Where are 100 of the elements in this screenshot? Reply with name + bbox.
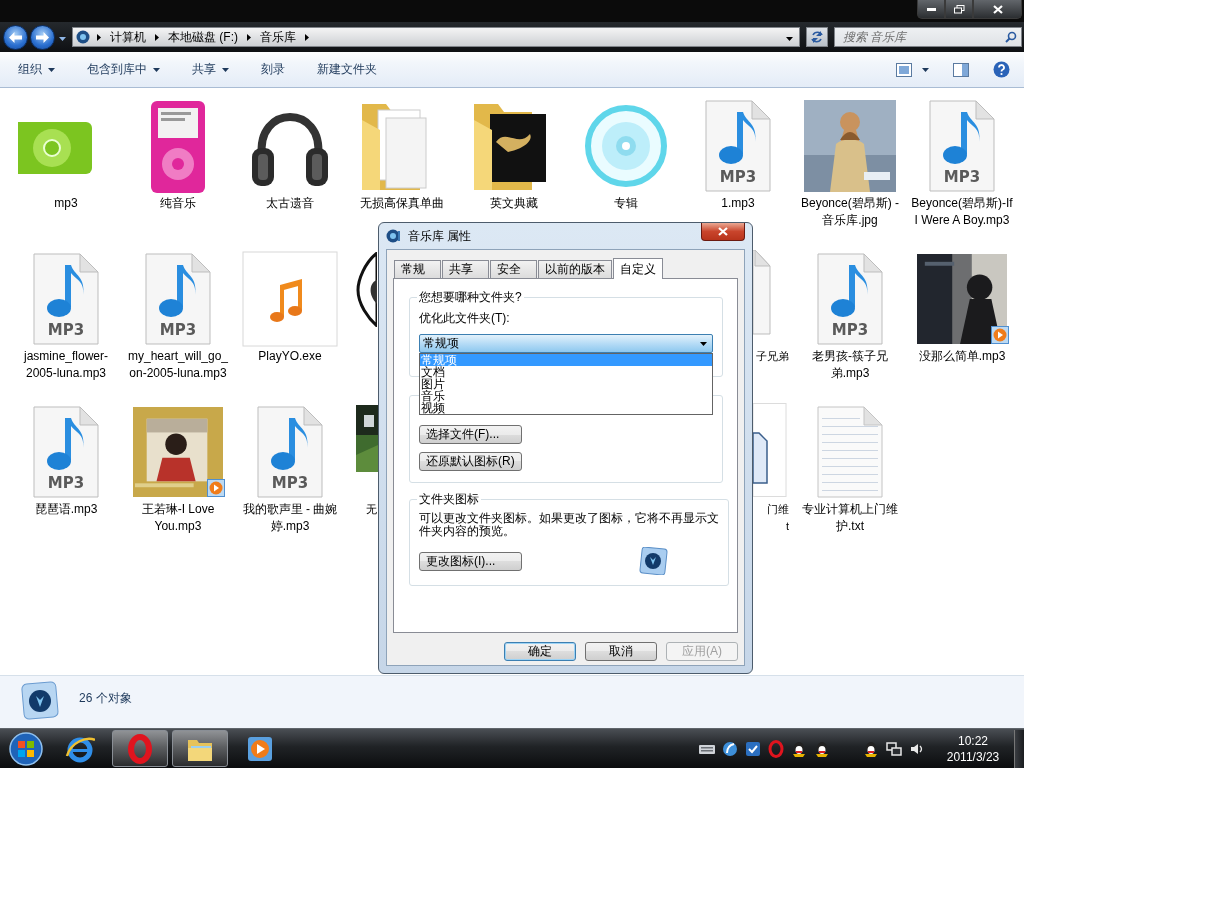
caret-icon[interactable] [922, 67, 929, 72]
show-desktop-button[interactable] [1014, 729, 1024, 768]
music-file-icon[interactable] [929, 100, 995, 192]
play-badge-icon [207, 479, 225, 497]
tab[interactable]: 共享 [442, 260, 489, 278]
music-file-icon[interactable] [705, 100, 771, 192]
tab[interactable]: 常规 [394, 260, 441, 278]
preview-pane-icon[interactable] [953, 62, 969, 77]
back-button[interactable] [3, 24, 28, 50]
file-name[interactable]: 太古遗音 [237, 195, 343, 212]
search-icon[interactable] [1005, 31, 1017, 43]
file-name[interactable]: 我的歌声里 - 曲婉婷.mp3 [237, 501, 343, 535]
toolbar-button[interactable]: 刻录 [253, 58, 293, 81]
close-icon[interactable] [992, 4, 1003, 14]
dialog-button[interactable]: 还原默认图标(R) [419, 452, 522, 471]
caret-icon[interactable] [48, 67, 55, 72]
caret-icon[interactable] [59, 37, 66, 41]
breadcrumb-item[interactable]: 音乐库 [258, 28, 298, 46]
music-file-icon[interactable] [817, 253, 883, 345]
address-bar[interactable]: 计算机 本地磁盘 (F:) 音乐库 [72, 27, 800, 47]
file-name[interactable]: 无 [366, 501, 377, 518]
checkmark-icon[interactable] [744, 739, 762, 758]
music-file-icon[interactable] [257, 406, 323, 498]
dropdown-option[interactable]: 音乐 [420, 390, 712, 402]
clock-date[interactable]: 2011/3/23 [946, 748, 1000, 765]
minimize-button[interactable] [917, 0, 945, 19]
music-file-icon[interactable] [33, 253, 99, 345]
help-icon[interactable] [993, 61, 1010, 78]
chevron-icon[interactable] [155, 33, 159, 41]
close-button[interactable] [973, 0, 1022, 19]
file-name[interactable]: 门维 t [767, 501, 789, 535]
chevron-icon[interactable] [305, 33, 309, 41]
dropdown-option[interactable]: 视频 [420, 402, 712, 414]
maximize-icon[interactable] [953, 4, 965, 14]
document-icon[interactable] [753, 403, 787, 497]
right-arrow-icon[interactable] [36, 31, 49, 43]
chevron-icon[interactable] [97, 33, 101, 41]
dialog-button[interactable]: 确定 [504, 642, 576, 661]
dialog-button[interactable]: 取消 [585, 642, 657, 661]
file-name[interactable]: mp3 [13, 195, 119, 212]
chat-icon[interactable] [790, 739, 808, 758]
taskbar-button[interactable] [172, 730, 228, 767]
file-name[interactable]: PlayYO.exe [237, 348, 343, 365]
file-name[interactable]: 英文典藏 [461, 195, 567, 212]
search-field[interactable]: 搜索 音乐库 [834, 27, 1022, 47]
network-icon[interactable] [885, 739, 903, 758]
file-name[interactable]: my_heart_will_go_on-2005-luna.mp3 [125, 348, 231, 382]
toolbar-button[interactable]: 组织 [10, 58, 63, 81]
globe-icon[interactable] [721, 739, 739, 758]
maximize-button[interactable] [945, 0, 973, 19]
music-file-icon[interactable] [33, 406, 99, 498]
file-name[interactable]: 专业计算机上门维护.txt [797, 501, 903, 535]
ring-icon[interactable] [125, 733, 155, 764]
toolbar-button[interactable]: 共享 [184, 58, 237, 81]
folder-icon[interactable] [474, 104, 546, 190]
breadcrumb-item[interactable]: 计算机 [108, 28, 148, 46]
toolbar-button[interactable]: 包含到库中 [79, 58, 168, 81]
dropdown-option[interactable]: 图片 [420, 378, 712, 390]
file-name[interactable]: 1.mp3 [685, 195, 791, 212]
clock-time[interactable]: 10:22 [958, 732, 988, 749]
caret-icon[interactable] [786, 37, 793, 41]
minimize-icon[interactable] [926, 7, 936, 11]
chat-icon[interactable] [813, 739, 831, 758]
file-name[interactable]: 没那么简单.mp3 [909, 348, 1015, 365]
chevron-icon[interactable] [247, 33, 251, 41]
file-name[interactable]: jasmine_flower-2005-luna.mp3 [13, 348, 119, 382]
file-name[interactable]: 纯音乐 [125, 195, 231, 212]
file-name[interactable]: 无损高保真单曲 [349, 195, 455, 212]
caret-icon[interactable] [222, 67, 229, 72]
headphones-icon[interactable] [252, 113, 328, 186]
tab[interactable]: 以前的版本 [538, 260, 612, 278]
tab[interactable]: 自定义 [613, 258, 663, 279]
music-file-icon[interactable] [145, 253, 211, 345]
dialog-button[interactable]: 选择文件(F)... [419, 425, 522, 444]
change-icon-button[interactable]: 更改图标(I)... [419, 551, 522, 571]
breadcrumb-item[interactable]: 本地磁盘 (F:) [166, 28, 240, 46]
dropdown-option[interactable]: 文档 [420, 366, 712, 378]
toolbar-button[interactable]: 新建文件夹 [309, 58, 385, 81]
file-name[interactable]: 王若琳-I Love You.mp3 [125, 501, 231, 535]
app-icon [386, 228, 402, 244]
location-icon [76, 30, 90, 44]
application-icon[interactable] [242, 251, 338, 347]
left-arrow-icon[interactable] [9, 31, 22, 43]
caret-icon[interactable] [153, 67, 160, 72]
file-name[interactable]: 专辑 [573, 195, 679, 212]
ring-icon[interactable] [767, 739, 785, 758]
folder-type-dropdown[interactable]: 常规项 [419, 334, 713, 353]
file-name[interactable]: Beyonce(碧昂斯)-If I Were A Boy.mp3 [909, 195, 1015, 229]
file-name[interactable]: 子兄弟 [756, 348, 789, 365]
file-name[interactable]: 老男孩-筷子兄弟.mp3 [797, 348, 903, 382]
view-icon[interactable] [896, 62, 912, 77]
forward-button[interactable] [30, 24, 55, 50]
caret-icon[interactable] [700, 341, 707, 346]
file-name[interactable]: Beyonce(碧昂斯) - 音乐库.jpg [797, 195, 903, 229]
close-button[interactable] [701, 223, 745, 241]
close-icon[interactable] [718, 227, 728, 236]
file-name[interactable]: 琵琶语.mp3 [13, 501, 119, 518]
chat-icon[interactable] [862, 739, 880, 758]
tab[interactable]: 安全 [490, 260, 537, 278]
music-player-icon[interactable] [151, 101, 205, 193]
